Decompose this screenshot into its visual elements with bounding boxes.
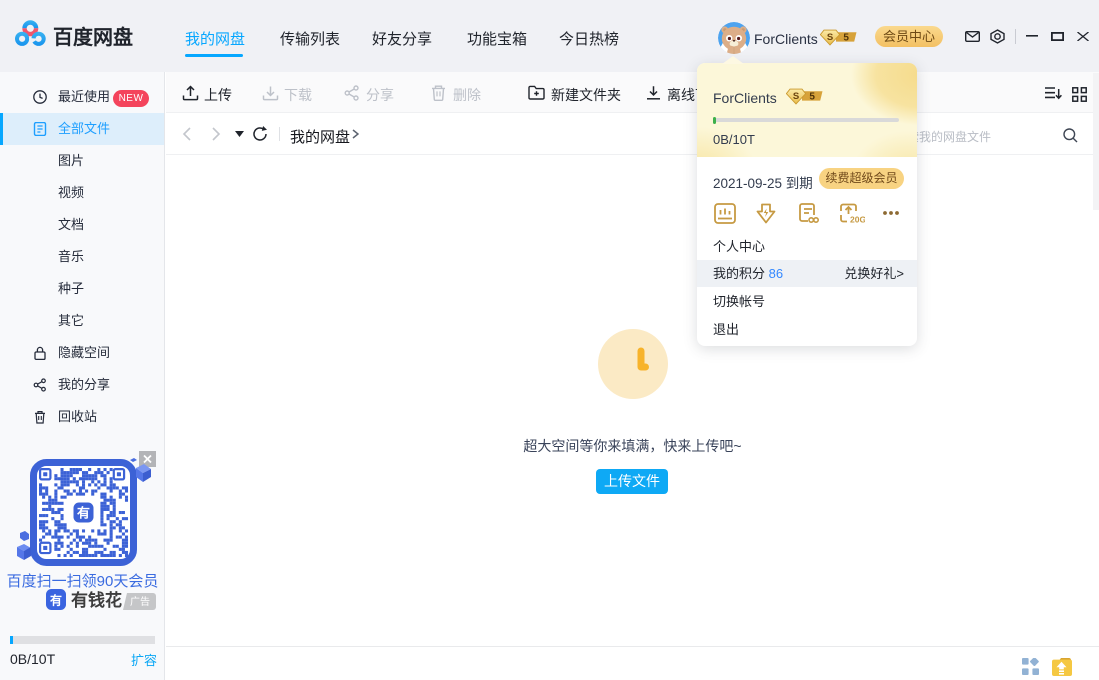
svg-text:5: 5	[843, 33, 849, 44]
svg-text:广告: 广告	[130, 595, 150, 608]
svg-text:有钱花: 有钱花	[71, 590, 122, 610]
svg-text:有: 有	[77, 506, 90, 521]
svg-text:有: 有	[50, 593, 62, 608]
svg-text:S: S	[827, 32, 833, 43]
svg-text:5: 5	[809, 92, 815, 103]
svg-text:20G: 20G	[850, 215, 865, 225]
svg-text:S: S	[793, 91, 799, 102]
